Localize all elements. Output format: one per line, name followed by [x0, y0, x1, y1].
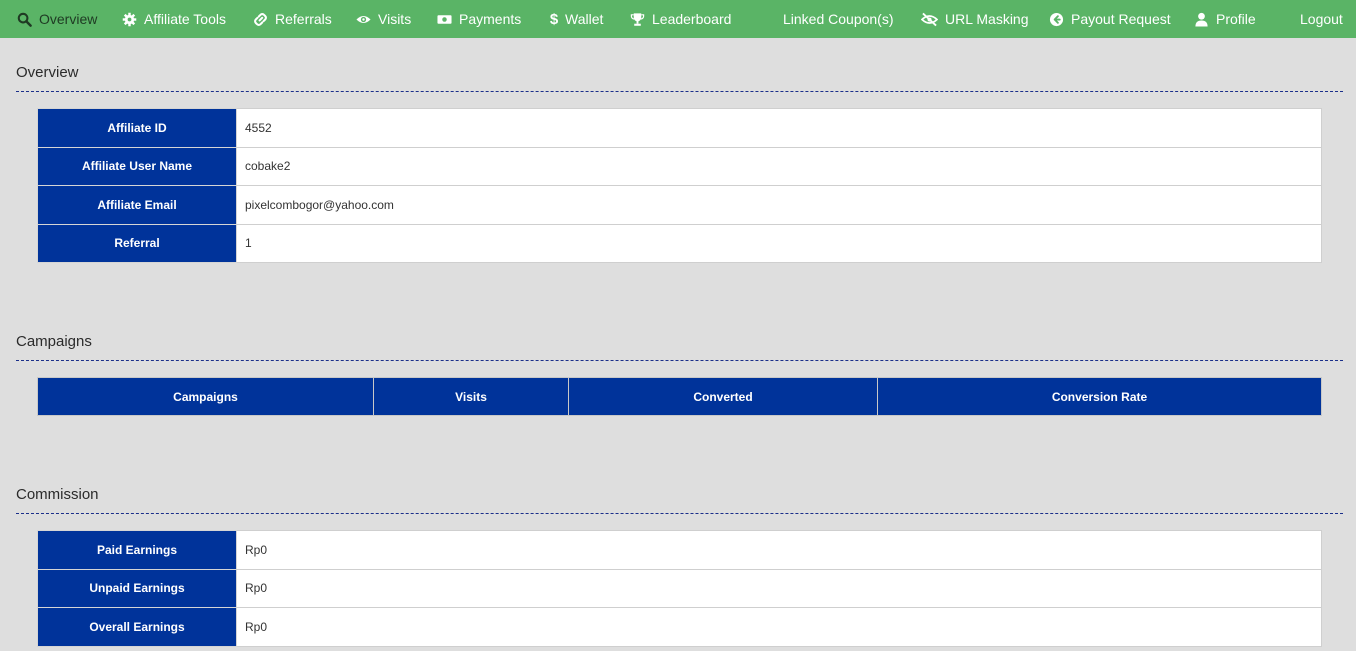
nav-profile[interactable]: Profile [1193, 0, 1256, 38]
unpaid-earnings-label: Unpaid Earnings [37, 568, 237, 608]
nav-logout[interactable]: Logout [1300, 0, 1343, 38]
nav-payout-request-label: Payout Request [1071, 11, 1171, 27]
column-header-conversion-rate: Conversion Rate [877, 377, 1322, 416]
gear-icon [121, 11, 137, 27]
affiliate-email-value: pixelcombogor@yahoo.com [236, 185, 1322, 225]
table-row: Affiliate ID 4552 [37, 108, 1322, 148]
affiliate-email-label: Affiliate Email [37, 185, 237, 225]
table-row: Unpaid Earnings Rp0 [37, 568, 1322, 608]
referral-label: Referral [37, 223, 237, 263]
affiliate-id-label: Affiliate ID [37, 108, 237, 148]
nav-payments[interactable]: Payments [436, 0, 521, 38]
overview-table: Affiliate ID 4552 Affiliate User Name co… [37, 108, 1322, 263]
column-header-campaigns: Campaigns [37, 377, 374, 416]
user-icon [1193, 11, 1209, 27]
column-header-visits: Visits [373, 377, 569, 416]
campaigns-section-title: Campaigns [16, 333, 92, 350]
table-row: Affiliate User Name cobake2 [37, 146, 1322, 186]
nav-overview[interactable]: Overview [16, 0, 97, 38]
campaigns-header-row: Campaigns Visits Converted Conversion Ra… [37, 377, 1322, 416]
campaigns-table: Campaigns Visits Converted Conversion Ra… [37, 377, 1322, 416]
affiliate-id-value: 4552 [236, 108, 1322, 148]
eye-slash-icon [920, 11, 938, 27]
overall-earnings-label: Overall Earnings [37, 607, 237, 647]
dollar-icon: $ [549, 10, 559, 28]
column-header-converted: Converted [568, 377, 878, 416]
nav-linked-coupons[interactable]: Linked Coupon(s) [783, 0, 894, 38]
nav-wallet-label: Wallet [565, 11, 604, 27]
overview-divider [16, 91, 1343, 92]
overall-earnings-value: Rp0 [236, 607, 1322, 647]
nav-affiliate-tools[interactable]: Affiliate Tools [121, 0, 226, 38]
money-bill-icon [436, 11, 452, 27]
table-row: Paid Earnings Rp0 [37, 530, 1322, 570]
paid-earnings-value: Rp0 [236, 530, 1322, 570]
nav-profile-label: Profile [1216, 11, 1256, 27]
search-icon [16, 11, 32, 27]
commission-section-title: Commission [16, 486, 99, 503]
affiliate-username-value: cobake2 [236, 146, 1322, 186]
nav-visits[interactable]: Visits [355, 0, 411, 38]
nav-visits-label: Visits [378, 11, 412, 27]
paid-earnings-label: Paid Earnings [37, 530, 237, 570]
nav-payments-label: Payments [459, 11, 522, 27]
nav-url-masking[interactable]: URL Masking [920, 0, 1029, 38]
affiliate-username-label: Affiliate User Name [37, 146, 237, 186]
nav-wallet[interactable]: $ Wallet [549, 0, 604, 38]
eye-icon [355, 11, 371, 27]
commission-divider [16, 513, 1343, 514]
referral-value: 1 [236, 223, 1322, 263]
nav-leaderboard-label: Leaderboard [652, 11, 732, 27]
link-icon [252, 11, 268, 27]
nav-payout-request[interactable]: Payout Request [1048, 0, 1171, 38]
nav-url-masking-label: URL Masking [945, 11, 1029, 27]
overview-section-title: Overview [16, 64, 79, 81]
nav-referrals[interactable]: Referrals [252, 0, 332, 38]
nav-linked-coupons-label: Linked Coupon(s) [783, 11, 894, 27]
nav-affiliate-tools-label: Affiliate Tools [144, 11, 226, 27]
trophy-icon [629, 11, 645, 27]
table-row: Overall Earnings Rp0 [37, 607, 1322, 647]
nav-referrals-label: Referrals [275, 11, 332, 27]
table-row: Affiliate Email pixelcombogor@yahoo.com [37, 185, 1322, 225]
commission-table: Paid Earnings Rp0 Unpaid Earnings Rp0 Ov… [37, 530, 1322, 647]
unpaid-earnings-value: Rp0 [236, 568, 1322, 608]
nav-leaderboard[interactable]: Leaderboard [629, 0, 731, 38]
nav-logout-label: Logout [1300, 11, 1343, 27]
top-navigation: Overview Affiliate Tools Referrals Visit… [0, 0, 1356, 38]
table-row: Referral 1 [37, 223, 1322, 263]
campaigns-divider [16, 360, 1343, 361]
nav-overview-label: Overview [39, 11, 98, 27]
arrow-circle-left-icon [1048, 11, 1064, 27]
